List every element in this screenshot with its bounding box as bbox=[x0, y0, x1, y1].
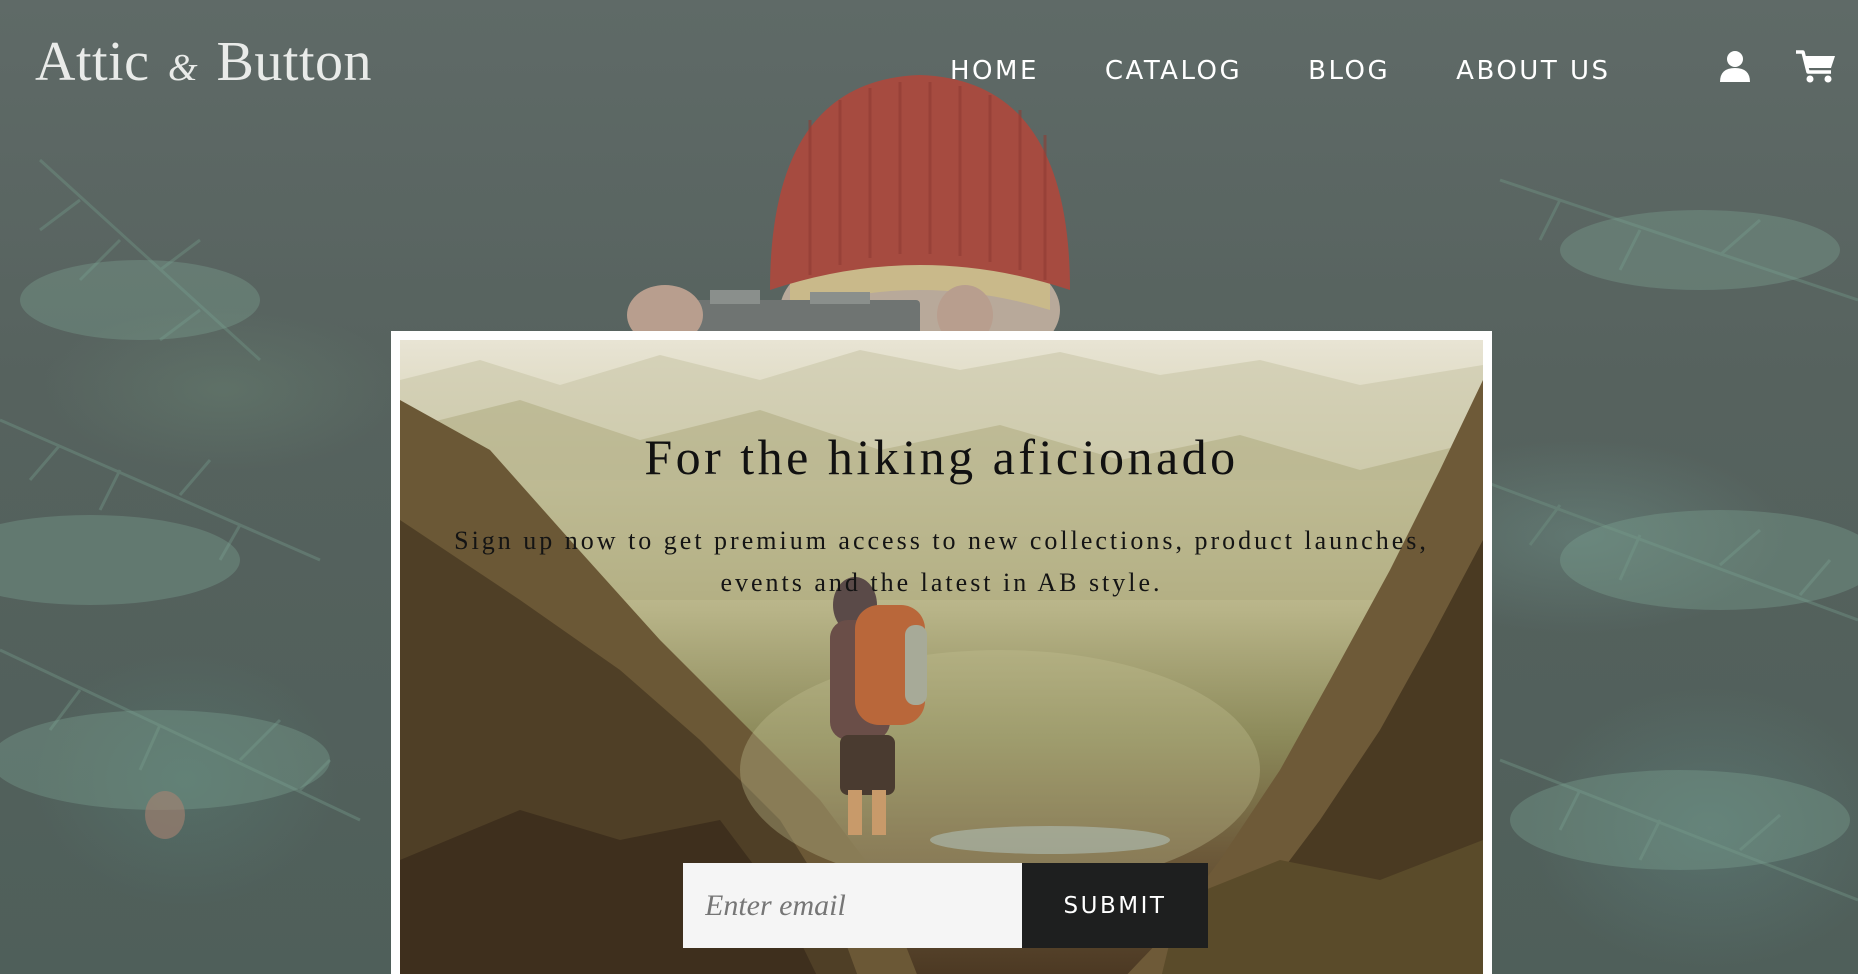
cart-icon[interactable] bbox=[1795, 48, 1837, 84]
newsletter-title: For the hiking aficionado bbox=[644, 429, 1239, 485]
nav-link-blog[interactable]: BLOG bbox=[1308, 56, 1390, 86]
logo-text-attic: Attic bbox=[35, 31, 150, 93]
page: Attic & Button HOME CATALOG BLOG ABOUT U… bbox=[0, 0, 1858, 974]
submit-button[interactable]: SUBMIT bbox=[1022, 863, 1208, 948]
main-nav: HOME CATALOG BLOG ABOUT US bbox=[950, 56, 1611, 86]
email-input[interactable] bbox=[683, 863, 1022, 948]
logo-text-button: Button bbox=[216, 31, 373, 93]
nav-link-catalog[interactable]: CATALOG bbox=[1105, 56, 1242, 86]
logo-ampersand: & bbox=[167, 47, 199, 89]
nav-link-home[interactable]: HOME bbox=[950, 56, 1039, 86]
account-icon[interactable] bbox=[1717, 48, 1753, 84]
hiking-background-image: For the hiking aficionado Sign up now to… bbox=[400, 340, 1483, 974]
nav-link-about-us[interactable]: ABOUT US bbox=[1456, 56, 1610, 86]
newsletter-card: For the hiking aficionado Sign up now to… bbox=[391, 331, 1492, 974]
newsletter-subtitle: Sign up now to get premium access to new… bbox=[454, 526, 1429, 597]
site-logo[interactable]: Attic & Button bbox=[35, 34, 372, 90]
newsletter-signup-form: SUBMIT bbox=[683, 863, 1208, 948]
site-header: Attic & Button HOME CATALOG BLOG ABOUT U… bbox=[0, 0, 1858, 140]
